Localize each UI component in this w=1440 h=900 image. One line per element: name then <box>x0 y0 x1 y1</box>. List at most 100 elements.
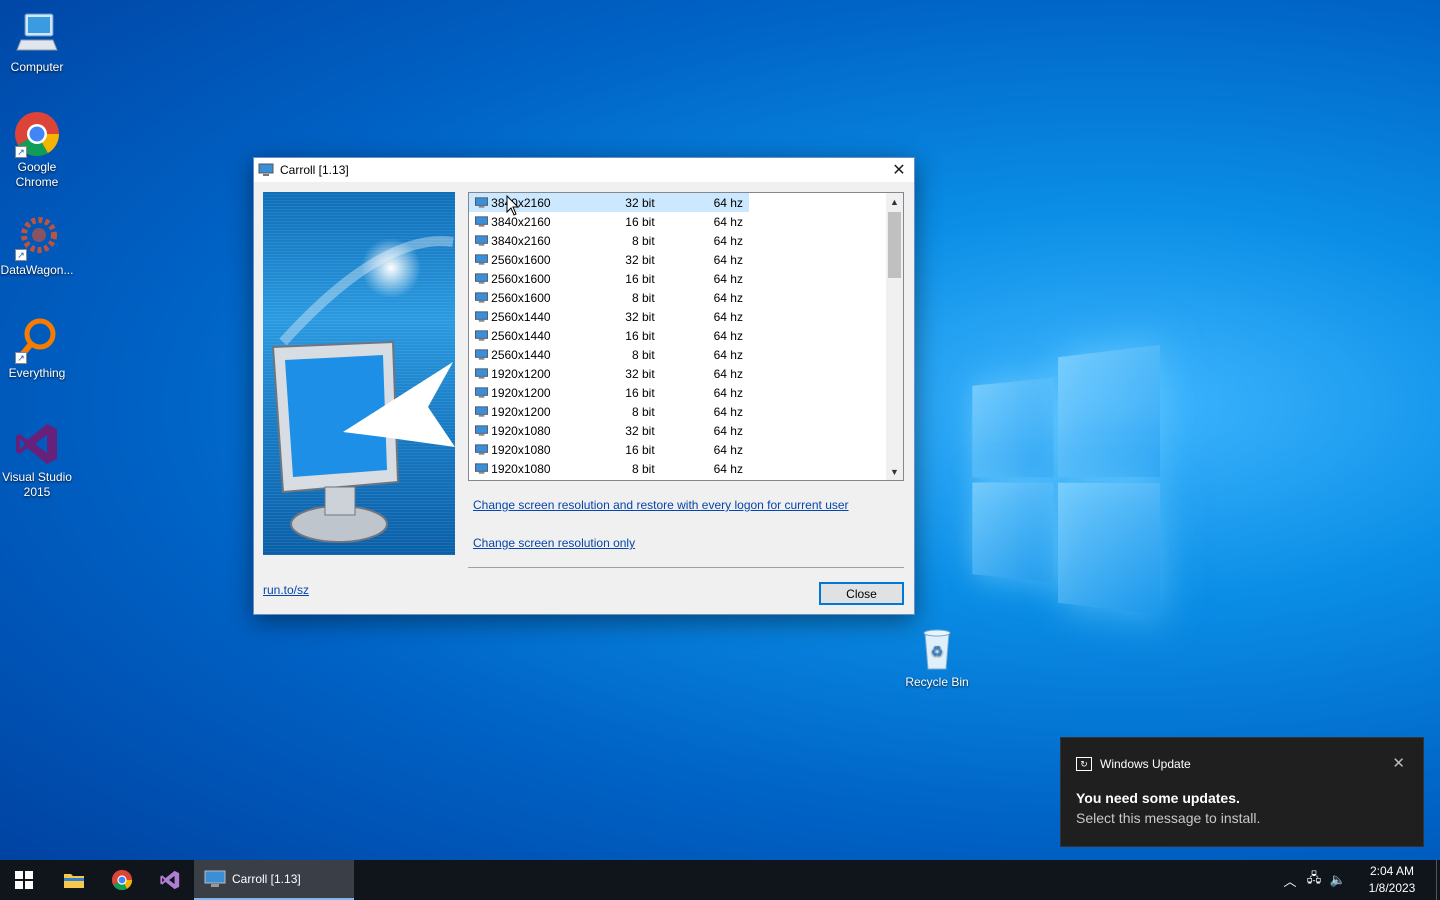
refresh-rate-value: 64 hz <box>713 252 743 267</box>
desktop-icon-label: Everything <box>8 366 66 380</box>
resolution-value: 1920x1080 <box>491 423 551 438</box>
resolution-value: 1920x1200 <box>491 404 551 419</box>
resolution-row[interactable]: 1920x1080 8 bit 64 hz <box>469 459 749 478</box>
desktop-icon-computer[interactable]: Computer <box>0 10 74 75</box>
resolution-row[interactable]: 2560x1600 8 bit 64 hz <box>469 288 749 307</box>
refresh-rate-value: 64 hz <box>713 423 743 438</box>
desktop-icon-label: Google Chrome <box>15 160 59 189</box>
resolution-value: 2560x1600 <box>491 290 551 305</box>
refresh-rate-value: 64 hz <box>713 442 743 457</box>
resolution-row[interactable]: 1920x1080 32 bit 64 hz <box>469 421 749 440</box>
show-hidden-icons-chevron-icon[interactable]: ︿ <box>1278 871 1302 890</box>
refresh-rate-value: 64 hz <box>713 290 743 305</box>
color-depth-value: 32 bit <box>625 309 655 324</box>
resolution-value: 1920x1080 <box>491 461 551 476</box>
resolution-value: 2560x1440 <box>491 309 551 324</box>
color-depth-value: 8 bit <box>631 233 655 248</box>
shortcut-arrow-icon: ↗ <box>15 352 27 364</box>
volume-icon[interactable]: 🔈 <box>1326 872 1350 888</box>
resolution-row[interactable]: 2560x1440 16 bit 64 hz <box>469 326 749 345</box>
desktop-icon-recycle-bin[interactable]: ♻ Recycle Bin <box>900 625 974 690</box>
scroll-thumb[interactable] <box>888 212 901 278</box>
resolution-list[interactable]: 3840x2160 32 bit 64 hz 3840x2160 16 bit 64 hz… <box>468 192 904 481</box>
network-icon[interactable]: 🖧 <box>1302 869 1326 891</box>
resolution-value: 2560x1600 <box>491 252 551 267</box>
close-button[interactable]: Close <box>819 582 904 605</box>
resolution-row[interactable]: 1920x1080 16 bit 64 hz <box>469 440 749 459</box>
refresh-rate-value: 64 hz <box>713 328 743 343</box>
divider <box>468 567 904 568</box>
monitor-icon <box>475 329 489 341</box>
resolution-row[interactable]: 1920x1200 8 bit 64 hz <box>469 402 749 421</box>
color-depth-value: 16 bit <box>625 271 655 286</box>
resolution-row[interactable]: 1920x1200 32 bit 64 hz <box>469 364 749 383</box>
website-link[interactable]: run.to/sz <box>263 583 309 597</box>
resolution-value: 1920x1200 <box>491 366 551 381</box>
refresh-rate-value: 64 hz <box>713 461 743 476</box>
scroll-down-arrow-icon[interactable]: ▼ <box>886 463 903 480</box>
monitor-icon <box>475 405 489 417</box>
mouse-pointer-icon <box>506 195 520 216</box>
toast-close-icon[interactable]: ✕ <box>1392 754 1405 772</box>
carroll-dialog: Carroll [1.13] ✕ 3840x2160 32 bit 64 hz 384… <box>253 157 915 615</box>
refresh-rate-value: 64 hz <box>713 404 743 419</box>
taskbar-carroll-app[interactable]: Carroll [1.13] <box>194 860 354 900</box>
everything-search-icon: ↗ <box>13 316 61 364</box>
desktop-icon-everything[interactable]: ↗ Everything <box>0 316 74 381</box>
list-scrollbar[interactable]: ▲ ▼ <box>886 193 903 480</box>
dialog-titlebar[interactable]: Carroll [1.13] ✕ <box>254 158 914 182</box>
restore-on-logon-link[interactable]: Change screen resolution and restore wit… <box>473 498 849 512</box>
resolution-row[interactable]: 2560x1600 16 bit 64 hz <box>469 269 749 288</box>
windows-start-icon <box>15 871 33 889</box>
show-desktop-button[interactable] <box>1436 860 1440 900</box>
resolution-row[interactable]: 2560x1440 8 bit 64 hz <box>469 345 749 364</box>
taskbar-visual-studio[interactable] <box>146 860 194 900</box>
taskbar-chrome[interactable] <box>98 860 146 900</box>
resolution-row[interactable]: 2560x1440 32 bit 64 hz <box>469 307 749 326</box>
color-depth-value: 32 bit <box>625 423 655 438</box>
windows-update-toast[interactable]: ↻ Windows Update ✕ You need some updates… <box>1060 737 1424 847</box>
desktop-icon-datawagon[interactable]: ↗ DataWagon... <box>0 213 74 278</box>
color-depth-value: 8 bit <box>631 347 655 362</box>
visual-studio-icon <box>13 420 61 468</box>
system-tray: ︿ 🖧 🔈 2:04 AM 1/8/2023 <box>1278 860 1440 900</box>
toast-body: Select this message to install. <box>1076 810 1261 826</box>
datawagon-icon: ↗ <box>13 213 61 261</box>
color-depth-value: 8 bit <box>631 290 655 305</box>
desktop-icon-label: DataWagon... <box>0 263 74 277</box>
resolution-row[interactable]: 3840x2160 8 bit 64 hz <box>469 231 749 250</box>
svg-text:♻: ♻ <box>931 643 944 659</box>
resolution-value: 1920x1200 <box>491 385 551 400</box>
monitor-icon <box>475 462 489 474</box>
resolution-value: 2560x1440 <box>491 347 551 362</box>
monitor-icon <box>475 367 489 379</box>
taskbar-clock[interactable]: 2:04 AM 1/8/2023 <box>1356 863 1428 897</box>
color-depth-value: 8 bit <box>631 461 655 476</box>
change-resolution-only-link[interactable]: Change screen resolution only <box>473 536 635 550</box>
color-depth-value: 16 bit <box>625 442 655 457</box>
color-depth-value: 16 bit <box>625 385 655 400</box>
shortcut-arrow-icon: ↗ <box>15 146 27 158</box>
scroll-up-arrow-icon[interactable]: ▲ <box>886 193 903 210</box>
refresh-rate-value: 64 hz <box>713 271 743 286</box>
monitor-icon <box>475 443 489 455</box>
resolution-row[interactable]: 2560x1600 32 bit 64 hz <box>469 250 749 269</box>
desktop-icon-label: Recycle Bin <box>905 675 969 689</box>
resolution-row[interactable]: 1920x1200 16 bit 64 hz <box>469 383 749 402</box>
dialog-title: Carroll [1.13] <box>280 163 349 177</box>
taskbar-file-explorer[interactable] <box>50 860 98 900</box>
start-button[interactable] <box>0 860 48 900</box>
monitor-icon <box>475 310 489 322</box>
desktop-icon-chrome[interactable]: ↗ Google Chrome <box>0 110 74 190</box>
resolution-value: 2560x1600 <box>491 271 551 286</box>
color-depth-value: 32 bit <box>625 366 655 381</box>
chrome-icon <box>111 869 133 891</box>
windows-wallpaper-logo <box>972 345 1160 615</box>
chrome-icon: ↗ <box>13 110 61 158</box>
desktop-icon-visual-studio[interactable]: Visual Studio 2015 <box>0 420 74 500</box>
titlebar-close-button[interactable]: ✕ <box>884 158 914 182</box>
monitor-icon <box>258 163 274 177</box>
refresh-rate-value: 64 hz <box>713 366 743 381</box>
monitor-icon <box>475 291 489 303</box>
visual-studio-icon <box>160 870 180 890</box>
